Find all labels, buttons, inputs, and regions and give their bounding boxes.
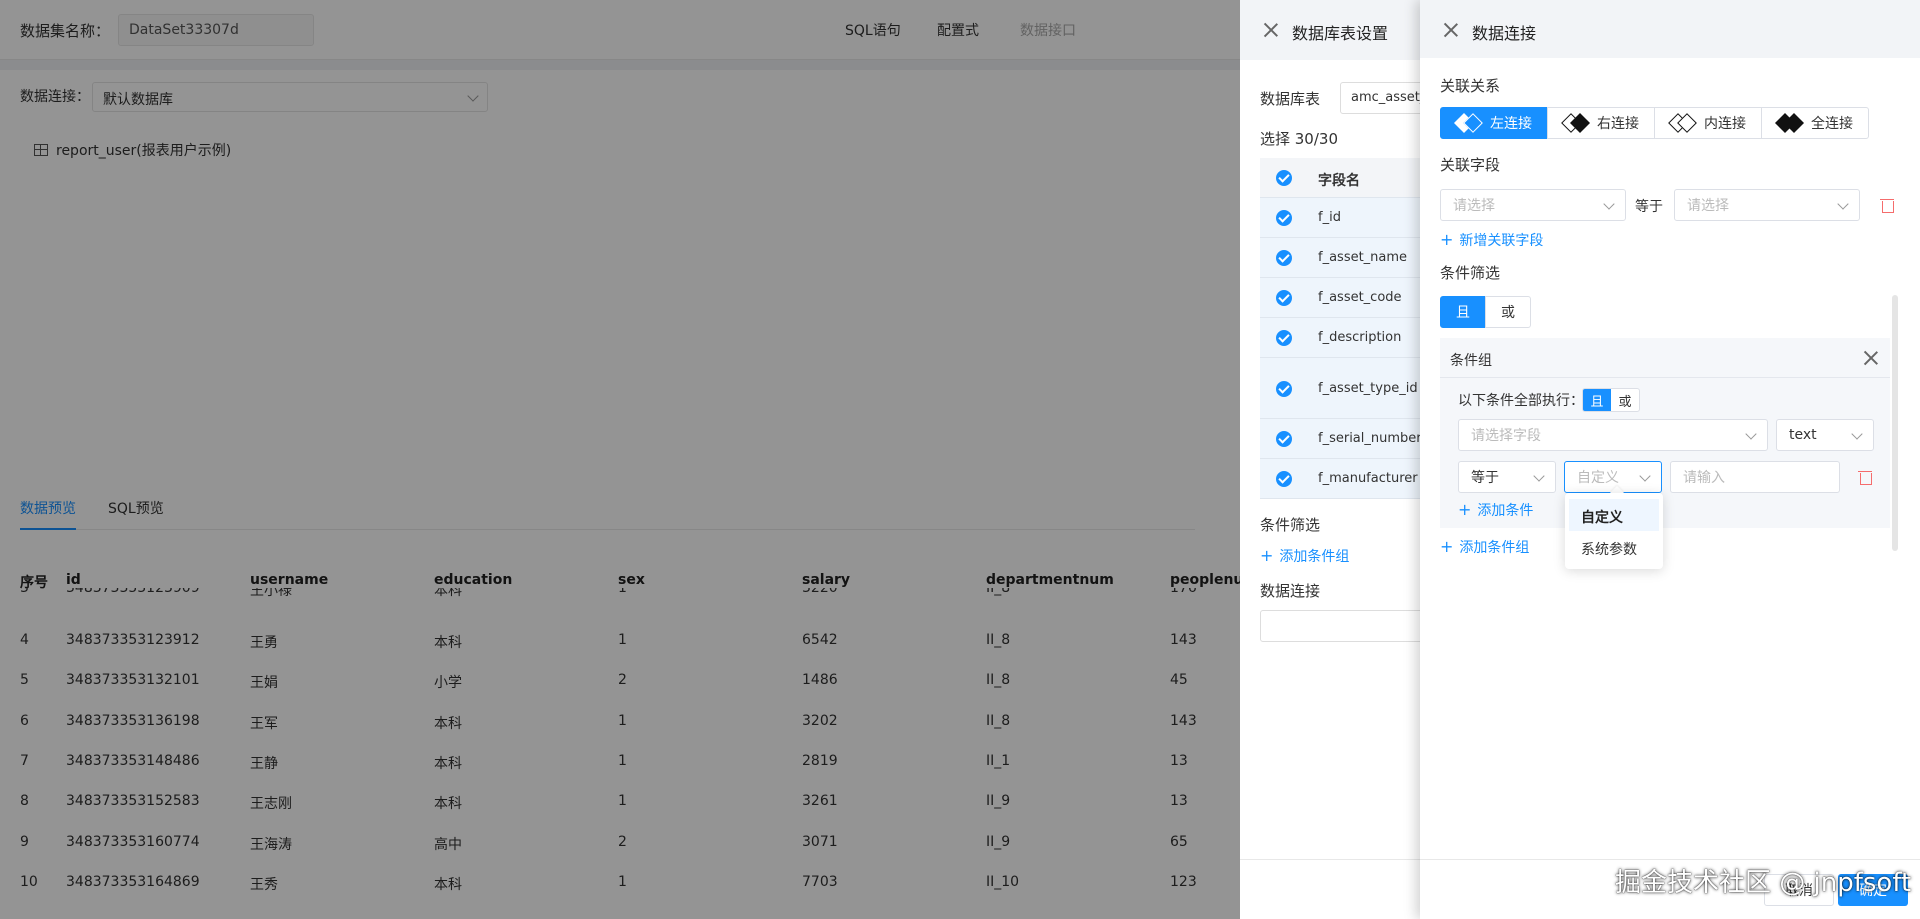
select-placeholder: 请选择	[1687, 198, 1729, 214]
field-name: f_manufacturer	[1318, 471, 1418, 486]
dropdown-option-custom[interactable]: 自定义	[1569, 499, 1659, 531]
field-name: f_id	[1318, 210, 1341, 225]
chevron-down-icon	[1745, 428, 1757, 440]
and-button[interactable]: 且	[1583, 389, 1611, 411]
plus-icon: +	[1440, 537, 1454, 556]
field-checkbox[interactable]	[1276, 431, 1292, 447]
inner-join-icon	[1668, 113, 1697, 133]
scrollbar[interactable]	[1892, 295, 1898, 551]
condition-group: 条件组 以下条件全部执行： 且 或 请选择字段 text 等于 自定义 请输入	[1440, 338, 1890, 528]
select-placeholder: 请选择	[1453, 198, 1495, 214]
or-button[interactable]: 或	[1611, 389, 1639, 411]
close-icon[interactable]	[1864, 351, 1878, 365]
connection-label: 数据连接	[1260, 582, 1321, 600]
operator-select[interactable]: 等于	[1458, 461, 1556, 493]
value-input[interactable]: 请输入	[1670, 461, 1840, 493]
chevron-down-icon	[1851, 428, 1863, 440]
chevron-down-icon	[1533, 470, 1545, 482]
right-field-select[interactable]: 请选择	[1674, 189, 1860, 221]
plus-icon: +	[1260, 546, 1274, 565]
right-join-icon	[1561, 113, 1590, 133]
full-join-icon	[1775, 113, 1804, 133]
chevron-down-icon	[1837, 198, 1849, 210]
condition-group-header: 条件组	[1440, 338, 1890, 378]
right-join-button[interactable]: 右连接	[1547, 107, 1655, 139]
join-label: 内连接	[1704, 116, 1746, 132]
field-name: f_description	[1318, 330, 1402, 345]
field-checkbox[interactable]	[1276, 471, 1292, 487]
group-and-or-toggle: 且 或	[1582, 388, 1640, 412]
data-connection-drawer: 数据连接 关联关系 左连接 右连接 内连接 全连接 关联字段 请选择 等于 请选…	[1420, 0, 1920, 919]
execute-all-label: 以下条件全部执行：	[1458, 393, 1584, 409]
add-field-label: 新增关联字段	[1459, 233, 1544, 249]
field-checkbox[interactable]	[1276, 330, 1292, 346]
condition-field-select[interactable]: 请选择字段	[1458, 419, 1768, 451]
left-join-icon	[1454, 113, 1483, 133]
left-field-select[interactable]: 请选择	[1440, 189, 1626, 221]
input-placeholder: 请输入	[1683, 470, 1725, 486]
type-select[interactable]: text	[1776, 419, 1874, 451]
equals-label: 等于	[1635, 199, 1663, 215]
full-join-button[interactable]: 全连接	[1761, 107, 1869, 139]
select-all-checkbox[interactable]	[1276, 170, 1292, 186]
drawer-title: 数据库表设置	[1292, 24, 1389, 43]
or-button[interactable]: 或	[1485, 296, 1531, 328]
value-type-dropdown: 自定义 系统参数	[1565, 493, 1663, 569]
add-group-label: 添加条件组	[1279, 549, 1350, 565]
close-icon[interactable]	[1264, 23, 1278, 37]
plus-icon: +	[1440, 230, 1454, 249]
and-or-toggle: 且 或	[1440, 296, 1531, 328]
table-label: 数据库表	[1260, 90, 1321, 108]
drawer-title: 数据连接	[1472, 24, 1537, 43]
join-label: 右连接	[1597, 116, 1639, 132]
left-join-button[interactable]: 左连接	[1440, 107, 1548, 139]
type-value: text	[1789, 427, 1817, 443]
field-name: f_serial_number	[1318, 431, 1422, 446]
filter-label: 条件筛选	[1260, 516, 1321, 534]
and-button[interactable]: 且	[1440, 296, 1486, 328]
join-type-group: 左连接 右连接 内连接 全连接	[1440, 107, 1869, 139]
field-placeholder: 请选择字段	[1471, 428, 1541, 444]
watermark-text: 掘金技术社区 @ jnpfsoft	[1615, 868, 1912, 898]
delete-icon[interactable]	[1880, 198, 1894, 213]
field-name: f_asset_name	[1318, 250, 1408, 265]
relation-label: 关联关系	[1440, 77, 1501, 95]
select-count: 选择 30/30	[1260, 130, 1338, 148]
join-label: 左连接	[1490, 116, 1532, 132]
field-name: f_asset_type_id	[1318, 380, 1418, 396]
operator-value: 等于	[1471, 470, 1499, 486]
field-checkbox[interactable]	[1276, 290, 1292, 306]
drawer-header: 数据连接	[1420, 0, 1920, 58]
field-checkbox[interactable]	[1276, 380, 1292, 397]
inner-join-button[interactable]: 内连接	[1654, 107, 1762, 139]
value-type-placeholder: 自定义	[1577, 470, 1619, 486]
join-label: 全连接	[1811, 116, 1853, 132]
chevron-down-icon	[1639, 470, 1651, 482]
add-condition-group-link[interactable]: + 添加条件组	[1260, 546, 1349, 566]
field-checkbox[interactable]	[1276, 250, 1292, 266]
dropdown-option-system-param[interactable]: 系统参数	[1569, 531, 1659, 563]
join-field-label: 关联字段	[1440, 156, 1501, 174]
delete-icon[interactable]	[1858, 470, 1872, 485]
add-group-label: 添加条件组	[1459, 540, 1530, 556]
field-header: 字段名	[1318, 173, 1360, 189]
condition-group-title: 条件组	[1450, 353, 1492, 369]
plus-icon: +	[1458, 500, 1472, 519]
field-checkbox[interactable]	[1276, 210, 1292, 226]
field-name: f_asset_code	[1318, 290, 1402, 305]
add-condition-group-link[interactable]: + 添加条件组	[1440, 537, 1529, 557]
chevron-down-icon	[1603, 198, 1615, 210]
close-icon[interactable]	[1444, 23, 1458, 37]
filter-label: 条件筛选	[1440, 264, 1501, 282]
add-condition-link[interactable]: + 添加条件	[1458, 500, 1533, 520]
add-join-field-link[interactable]: + 新增关联字段	[1440, 230, 1543, 250]
add-condition-label: 添加条件	[1477, 503, 1534, 519]
